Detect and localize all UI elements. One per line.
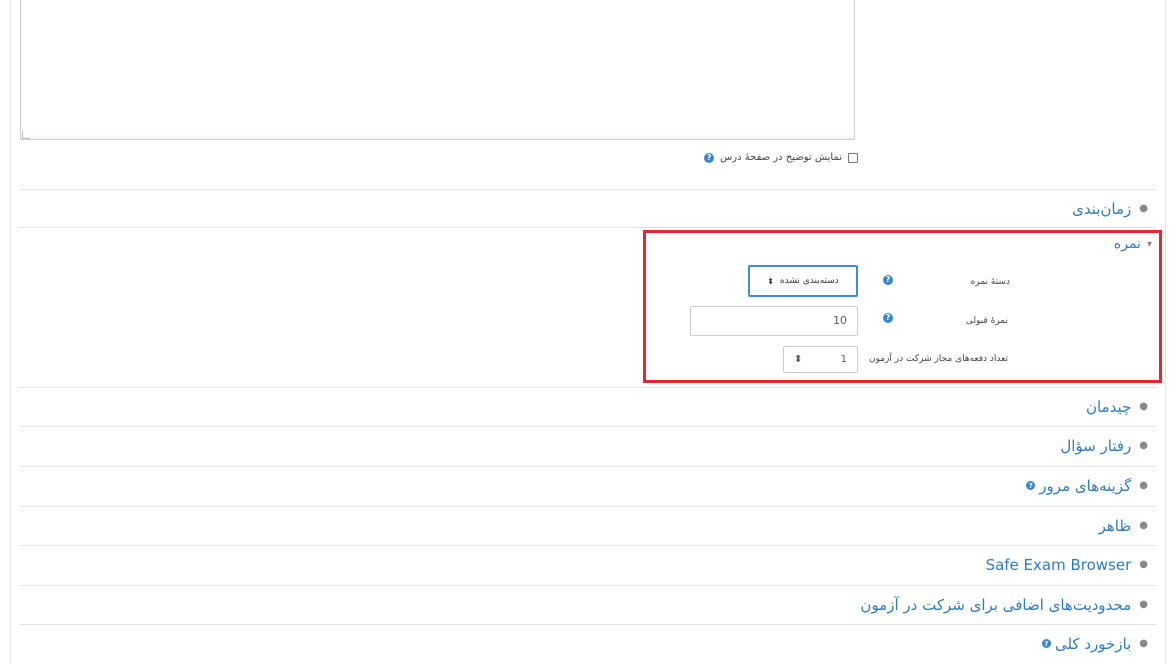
question-circle-icon[interactable]: ? [883, 275, 893, 285]
section-appearance[interactable]: ● ظاهر [20, 506, 1156, 544]
question-circle-icon[interactable]: ? [704, 152, 715, 163]
select-caret-icon: ⬍ [794, 354, 803, 365]
expand-arrow-icon: ● [1139, 440, 1148, 451]
show-description-label: نمایش توضیح در صفحهٔ درس [720, 152, 842, 163]
question-circle-icon[interactable]: ? [1041, 639, 1051, 648]
show-description-checkbox[interactable] [848, 152, 858, 163]
section-overall-feedback[interactable]: ● بازخورد کلی ? [20, 624, 1156, 662]
section-timing[interactable]: ● زمان‌بندی [20, 189, 1156, 227]
expand-arrow-icon: ● [1139, 599, 1148, 610]
section-extra-restrictions[interactable]: ● محدودیت‌های اضافی برای شرکت در آزمون [20, 585, 1156, 623]
section-review-options[interactable]: ● گزینه‌های مرور ? [20, 466, 1156, 504]
expand-arrow-icon: ● [1139, 638, 1148, 649]
section-layout[interactable]: ● چیدمان [20, 387, 1156, 425]
section-seb[interactable]: ● Safe Exam Browser [20, 545, 1156, 583]
section-overall-feedback-title[interactable]: بازخورد کلی [1055, 635, 1131, 653]
resize-handle-icon[interactable] [22, 131, 30, 139]
section-question-behaviour[interactable]: ● رفتار سؤال [20, 426, 1156, 464]
section-layout-title[interactable]: چیدمان [1086, 398, 1131, 416]
question-circle-icon[interactable]: ? [1026, 481, 1036, 490]
pass-grade-input[interactable]: 10 [690, 306, 858, 336]
expand-arrow-icon: ● [1139, 559, 1148, 570]
section-question-behaviour-title[interactable]: رفتار سؤال [1060, 437, 1131, 455]
question-circle-icon[interactable]: ? [883, 313, 893, 323]
section-timing-title[interactable]: زمان‌بندی [1072, 200, 1131, 218]
grade-category-value: دسته‌بندی نشده [779, 276, 839, 286]
show-description-row: نمایش توضیح در صفحهٔ درس ? [704, 152, 858, 163]
pass-grade-label: نمرهٔ قبولی [965, 316, 1008, 326]
attempts-value: 1 [840, 354, 847, 365]
description-editor[interactable] [20, 0, 855, 140]
grade-category-select[interactable]: دسته‌بندی نشده ⬍ [748, 265, 858, 297]
section-appearance-title[interactable]: ظاهر [1099, 517, 1132, 535]
expand-arrow-icon: ● [1139, 480, 1148, 491]
select-caret-icon: ⬍ [767, 276, 774, 286]
collapse-arrow-icon: ▾ [1146, 238, 1152, 250]
section-review-options-title[interactable]: گزینه‌های مرور [1039, 477, 1131, 495]
expand-arrow-icon: ● [1139, 520, 1148, 531]
expand-arrow-icon: ● [1139, 401, 1148, 412]
section-extra-restrictions-title[interactable]: محدودیت‌های اضافی برای شرکت در آزمون [860, 596, 1131, 614]
attempts-select[interactable]: 1 ⬍ [783, 346, 858, 373]
section-seb-title[interactable]: Safe Exam Browser [986, 556, 1132, 574]
section-grade-title[interactable]: نمره [1114, 236, 1141, 252]
attempts-label: تعداد دفعه‌های مجاز شرکت در آزمون [868, 354, 1008, 364]
grade-category-label: دستهٔ نمره [970, 277, 1010, 287]
expand-arrow-icon: ● [1139, 203, 1148, 214]
section-grade-header[interactable]: ▾ نمره [1114, 236, 1152, 252]
